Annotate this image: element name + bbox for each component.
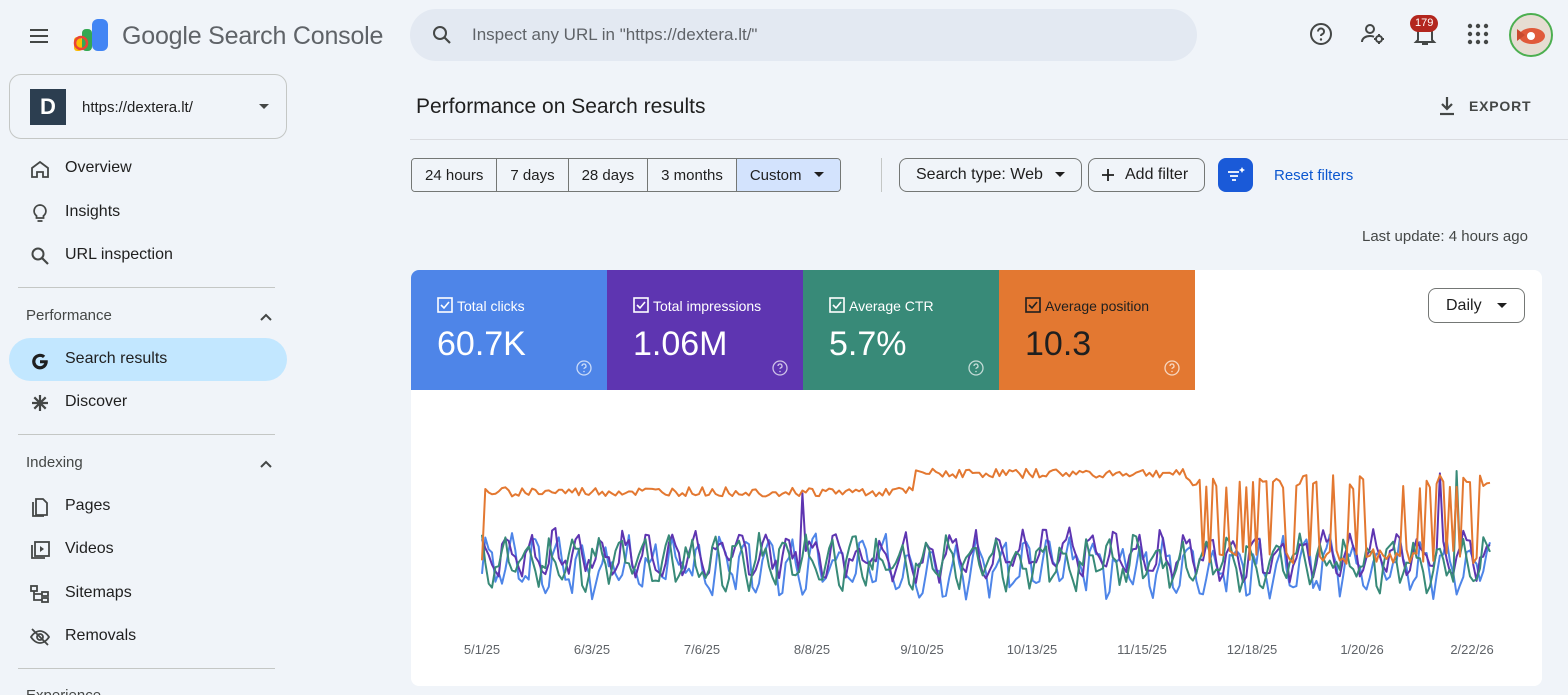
search-icon <box>430 23 454 47</box>
checkbox-checked-icon <box>829 297 845 313</box>
sidebar-item-label: Pages <box>65 497 111 514</box>
lightbulb-icon <box>29 202 51 224</box>
filter-settings-button[interactable] <box>1218 158 1253 192</box>
sidebar-divider <box>18 668 275 669</box>
sidebar-item-pages[interactable]: Pages <box>9 485 287 528</box>
metric-total-clicks[interactable]: Total clicks 60.7K <box>411 270 607 390</box>
account-avatar[interactable] <box>1509 13 1553 57</box>
google-g-icon <box>29 349 51 371</box>
app-title: Google Search Console <box>122 22 384 50</box>
sidebar-item-overview[interactable]: Overview <box>9 147 287 190</box>
checkbox-checked-icon <box>437 297 453 313</box>
sitemap-icon <box>29 583 51 605</box>
sidebar-item-label: Discover <box>65 393 128 410</box>
chevron-up-icon[interactable] <box>258 456 274 472</box>
sidebar-item-label: Search results <box>65 350 168 367</box>
search-input[interactable] <box>472 9 1172 61</box>
x-tick-label: 1/20/26 <box>1340 642 1383 657</box>
reset-filters-link[interactable]: Reset filters <box>1274 167 1353 184</box>
x-tick-label: 5/1/25 <box>464 642 500 657</box>
chevron-up-icon[interactable] <box>258 309 274 325</box>
x-tick-label: 7/6/25 <box>684 642 720 657</box>
plus-icon <box>1102 169 1114 181</box>
sidebar-item-label: Videos <box>65 540 114 557</box>
x-tick-label: 8/8/25 <box>794 642 830 657</box>
section-indexing-title[interactable]: Indexing <box>26 454 83 471</box>
dropdown-caret-icon <box>813 172 824 177</box>
pages-icon <box>29 496 51 518</box>
dropdown-caret-icon <box>1054 172 1065 177</box>
help-icon <box>968 360 984 376</box>
date-range-selector: 24 hours 7 days 28 days 3 months Custom <box>411 158 841 192</box>
eye-off-icon <box>29 626 51 648</box>
sidebar-item-removals[interactable]: Removals <box>9 615 287 658</box>
metric-average-ctr[interactable]: Average CTR 5.7% <box>803 270 999 390</box>
url-inspect-search[interactable] <box>410 9 1197 61</box>
x-tick-label: 6/3/25 <box>574 642 610 657</box>
range-24-hours[interactable]: 24 hours <box>412 159 498 191</box>
apps-grid-icon[interactable] <box>1461 17 1495 51</box>
dropdown-caret-icon <box>1496 302 1507 308</box>
search-icon <box>29 245 51 267</box>
x-tick-label: 10/13/25 <box>1007 642 1058 657</box>
range-3-months[interactable]: 3 months <box>648 159 737 191</box>
asterisk-icon <box>29 392 51 414</box>
sidebar-item-label: Overview <box>65 159 132 176</box>
page-title: Performance on Search results <box>416 95 706 118</box>
checkbox-checked-icon <box>633 297 649 313</box>
sidebar-item-videos[interactable]: Videos <box>9 528 287 571</box>
checkbox-checked-icon <box>1025 297 1041 313</box>
sidebar-divider <box>18 287 275 288</box>
manage-users-icon[interactable] <box>1356 17 1390 51</box>
sidebar-item-label: URL inspection <box>65 246 173 263</box>
sidebar-item-url-inspection[interactable]: URL inspection <box>9 234 287 277</box>
help-icon[interactable] <box>1304 17 1338 51</box>
sidebar-item-label: Insights <box>65 203 121 220</box>
sidebar-item-sitemaps[interactable]: Sitemaps <box>9 572 287 615</box>
main-menu-icon[interactable] <box>22 19 56 53</box>
metric-total-impressions[interactable]: Total impressions 1.06M <box>607 270 803 390</box>
header-divider <box>410 139 1568 140</box>
sidebar-item-label: Removals <box>65 627 137 644</box>
x-tick-label: 12/18/25 <box>1227 642 1278 657</box>
series-line-average-position <box>481 467 1491 565</box>
section-performance-title[interactable]: Performance <box>26 307 112 324</box>
x-tick-label: 9/10/25 <box>900 642 943 657</box>
last-update-text: Last update: 4 hours ago <box>1362 228 1528 245</box>
help-icon <box>772 360 788 376</box>
range-custom[interactable]: Custom <box>736 159 840 191</box>
toolbar-separator <box>881 158 882 192</box>
sidebar-item-search-results[interactable]: Search results <box>9 338 287 381</box>
add-filter-button[interactable]: Add filter <box>1088 158 1206 192</box>
x-tick-label: 11/15/25 <box>1117 642 1167 657</box>
help-icon <box>576 360 592 376</box>
search-console-logo[interactable] <box>72 17 112 53</box>
range-7-days[interactable]: 7 days <box>497 159 569 191</box>
metric-average-position[interactable]: Average position 10.3 <box>999 270 1195 390</box>
sidebar-item-insights[interactable]: Insights <box>9 191 287 234</box>
sidebar-item-discover[interactable]: Discover <box>9 381 287 424</box>
home-icon <box>29 158 51 180</box>
property-name: https://dextera.lt/ <box>82 99 193 116</box>
dropdown-caret-icon <box>258 103 270 111</box>
property-logo: D <box>30 89 66 125</box>
granularity-dropdown[interactable]: Daily <box>1428 288 1525 323</box>
range-28-days[interactable]: 28 days <box>568 159 649 191</box>
video-icon <box>29 539 51 561</box>
help-icon <box>1164 360 1180 376</box>
export-label: EXPORT <box>1469 98 1532 114</box>
section-experience-title[interactable]: Experience <box>26 687 101 695</box>
performance-card: Total clicks 60.7K Total impressions 1.0… <box>411 270 1542 686</box>
download-icon <box>1440 97 1454 116</box>
property-selector[interactable]: D https://dextera.lt/ <box>9 74 287 139</box>
sidebar-item-label: Sitemaps <box>65 584 132 601</box>
filter-sparkle-icon <box>1227 167 1245 181</box>
sidebar-divider <box>18 434 275 435</box>
export-button[interactable]: EXPORT <box>1437 92 1531 120</box>
x-tick-label: 2/22/26 <box>1450 642 1493 657</box>
notification-badge: 179 <box>1410 15 1439 32</box>
performance-chart: 5/1/25 6/3/25 7/6/25 8/8/25 9/10/25 10/13/25 1… <box>464 467 1494 657</box>
search-type-filter[interactable]: Search type: Web <box>899 158 1082 192</box>
